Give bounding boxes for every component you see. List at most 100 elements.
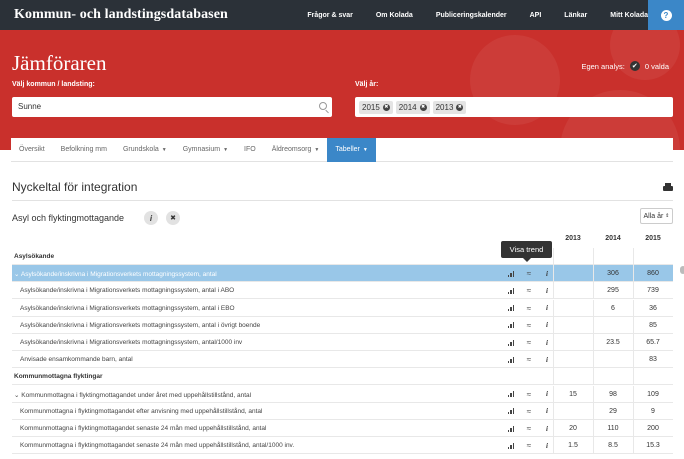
table-row[interactable]: Asylsökande/inskrivna i Migrationsverket… xyxy=(12,316,673,334)
nav-mitt-kolada[interactable]: Mitt Kolada xyxy=(610,12,648,19)
bar-chart-icon[interactable] xyxy=(504,437,518,454)
trend-icon[interactable]: ≈ xyxy=(522,386,536,403)
trend-tooltip: Visa trend xyxy=(501,241,552,262)
indicator-name: Anvisade ensamkommande barn, antal xyxy=(20,356,133,364)
indicator-name[interactable]: ⌄ Asylsökande/inskrivna i Migrationsverk… xyxy=(14,270,217,278)
year-chip-label: 2015 xyxy=(362,102,380,112)
value-cell xyxy=(593,317,633,334)
info-icon[interactable]: i xyxy=(540,265,554,282)
year-chip[interactable]: 2013 ✖ xyxy=(432,100,467,114)
tab-label: Tabeller xyxy=(335,146,360,153)
tab-label: Grundskola xyxy=(122,146,159,153)
page-title: Jämföraren xyxy=(12,51,107,75)
trend-icon[interactable]: ≈ xyxy=(522,317,536,334)
tab-1[interactable]: Befolkning mm xyxy=(53,138,115,162)
tab-0[interactable]: Översikt xyxy=(11,138,53,162)
tab-5[interactable]: Äldreomsorg ▼ xyxy=(264,138,328,162)
value-cell: 85 xyxy=(649,321,657,329)
bar-chart-icon[interactable] xyxy=(504,403,518,420)
bar-chart-icon[interactable] xyxy=(504,265,518,282)
indicator-name[interactable]: ⌄ Kommunmottagna i flyktingmottagandet u… xyxy=(14,391,251,399)
tab-2[interactable]: Grundskola ▼ xyxy=(115,138,175,162)
year-filter-value: Alla år xyxy=(643,212,664,220)
trend-icon[interactable]: ≈ xyxy=(522,300,536,317)
value-cell: 98 xyxy=(609,390,617,398)
nav-publiceringskalender[interactable]: Publiceringskalender xyxy=(436,12,507,19)
egen-analys[interactable]: Egen analys: ✔ 0 valda xyxy=(581,61,669,71)
excel-icon[interactable]: ✖ xyxy=(166,211,180,225)
year-header: 2015 xyxy=(645,235,661,242)
info-icon[interactable]: i xyxy=(540,403,554,420)
info-icon[interactable]: i xyxy=(540,437,554,454)
value-cell xyxy=(553,403,593,420)
caret-down-icon: ▼ xyxy=(161,146,167,153)
search-icon[interactable] xyxy=(319,102,327,110)
remove-icon[interactable]: ✖ xyxy=(382,103,390,111)
kommun-value: Sunne xyxy=(18,102,42,111)
tab-6[interactable]: Tabeller ▼ xyxy=(327,137,376,162)
decor-circle xyxy=(610,30,680,80)
year-chip[interactable]: 2015 ✖ xyxy=(359,100,393,114)
value-cell xyxy=(553,282,593,299)
chevron-down-icon[interactable]: ⌄ xyxy=(14,271,21,278)
value-cell xyxy=(593,351,633,368)
sort-icon: ⇕ xyxy=(665,213,670,219)
trend-icon[interactable]: ≈ xyxy=(522,420,536,437)
value-cell: 9 xyxy=(651,407,655,415)
value-cell xyxy=(553,317,593,334)
tab-label: Äldreomsorg xyxy=(271,146,312,153)
table-row[interactable]: Asylsökande/inskrivna i Migrationsverket… xyxy=(12,282,673,300)
trend-icon[interactable]: ≈ xyxy=(522,265,536,282)
remove-icon[interactable]: ✖ xyxy=(419,103,427,111)
nav-lankar[interactable]: Länkar xyxy=(564,12,587,19)
info-icon[interactable]: i xyxy=(540,317,554,334)
info-icon[interactable]: i xyxy=(540,282,554,299)
site-brand[interactable]: Kommun- och landstingsdatabasen xyxy=(14,7,228,23)
value-cell xyxy=(553,351,593,368)
print-icon[interactable] xyxy=(663,183,673,192)
bar-chart-icon[interactable] xyxy=(504,282,518,299)
year-select[interactable]: 2015 ✖ 2014 ✖ 2013 ✖ xyxy=(355,97,673,117)
year-chip[interactable]: 2014 ✖ xyxy=(395,100,430,114)
bar-chart-icon[interactable] xyxy=(504,334,518,351)
scroll-handle[interactable] xyxy=(680,266,684,274)
trend-icon[interactable]: ≈ xyxy=(522,403,536,420)
info-icon[interactable]: i xyxy=(540,300,554,317)
table-row[interactable]: Anvisade ensamkommande barn, antal ≈ i 83 xyxy=(12,351,673,369)
help-button[interactable]: ? xyxy=(648,0,684,30)
bar-chart-icon[interactable] xyxy=(504,420,518,437)
info-icon[interactable]: i xyxy=(144,211,158,225)
table-row[interactable]: ⌄ Asylsökande/inskrivna i Migrationsverk… xyxy=(12,265,673,283)
bar-chart-icon[interactable] xyxy=(504,300,518,317)
value-cell: 20 xyxy=(569,425,577,432)
nav-fragor[interactable]: Frågor & svar xyxy=(307,12,353,19)
table-row[interactable]: Kommunmottagna i flyktingmottagandet sen… xyxy=(12,437,673,455)
year-chip-label: 2013 xyxy=(435,102,454,112)
bar-chart-icon[interactable] xyxy=(504,386,518,403)
nav-api[interactable]: API xyxy=(530,12,542,19)
table-row[interactable]: Asylsökande/inskrivna i Migrationsverket… xyxy=(12,334,673,351)
trend-icon[interactable]: ≈ xyxy=(522,437,536,454)
tab-4[interactable]: IFO xyxy=(236,138,264,162)
nav-om-kolada[interactable]: Om Kolada xyxy=(376,12,413,19)
egen-analys-value: 0 valda xyxy=(644,61,669,71)
table-row[interactable]: Kommunmottagna i flyktingmottagandet sen… xyxy=(12,420,673,437)
year-filter-select[interactable]: Alla år ⇕ xyxy=(640,208,673,224)
trend-icon[interactable]: ≈ xyxy=(522,282,536,299)
trend-icon[interactable]: ≈ xyxy=(522,351,536,368)
info-icon[interactable]: i xyxy=(540,386,554,403)
trend-icon[interactable]: ≈ xyxy=(522,334,536,351)
bar-chart-icon[interactable] xyxy=(504,351,518,368)
info-icon[interactable]: i xyxy=(540,420,554,437)
table-row[interactable]: ⌄ Kommunmottagna i flyktingmottagandet u… xyxy=(12,385,673,403)
bar-chart-icon[interactable] xyxy=(504,317,518,334)
remove-icon[interactable]: ✖ xyxy=(456,103,464,111)
value-cell xyxy=(633,368,673,385)
indicator-name: Asylsökande xyxy=(14,253,55,260)
table-row[interactable]: Kommunmottagna i flyktingmottagandet eft… xyxy=(12,402,673,420)
table-row[interactable]: Asylsökande/inskrivna i Migrationsverket… xyxy=(12,299,673,317)
tab-3[interactable]: Gymnasium ▼ xyxy=(175,138,236,162)
info-icon[interactable]: i xyxy=(540,334,554,351)
kommun-search-input[interactable]: Sunne xyxy=(12,97,332,117)
info-icon[interactable]: i xyxy=(540,351,554,368)
